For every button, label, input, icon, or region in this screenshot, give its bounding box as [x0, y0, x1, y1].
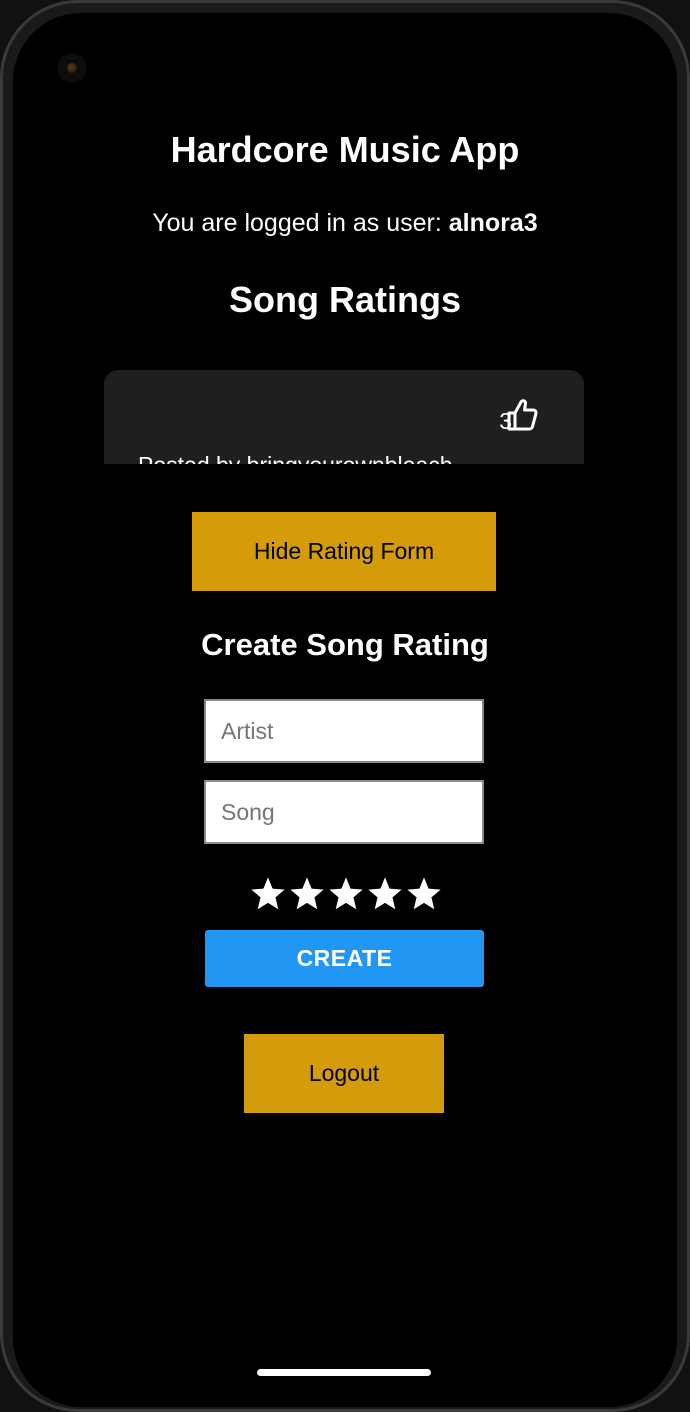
username: alnora3: [448, 209, 538, 237]
star-icon[interactable]: [327, 875, 365, 913]
create-button[interactable]: CREATE: [205, 930, 484, 987]
rating-card: 3 Posted by bringyourownbleach: [104, 370, 584, 464]
posted-by: Posted by bringyourownbleach: [138, 452, 453, 464]
logout-button[interactable]: Logout: [244, 1034, 444, 1113]
artist-input[interactable]: [204, 699, 484, 763]
create-song-rating-title: Create Song Rating: [201, 627, 489, 662]
ratings-list[interactable]: 3 Posted by bringyourownbleach: [104, 370, 584, 464]
star-icon[interactable]: [249, 875, 287, 913]
login-prefix: You are logged in as user:: [152, 209, 449, 237]
thumbs-up-outline-icon[interactable]: [506, 398, 538, 432]
front-camera: [57, 53, 87, 83]
song-input[interactable]: [204, 780, 484, 844]
song-ratings-title: Song Ratings: [229, 279, 461, 320]
app-screen: Hardcore Music App You are logged in as …: [13, 13, 677, 1407]
camera-lens: [67, 63, 77, 73]
star-icon[interactable]: [366, 875, 404, 913]
hide-rating-form-button[interactable]: Hide Rating Form: [192, 512, 496, 591]
home-indicator[interactable]: [257, 1369, 431, 1376]
star-rating: [249, 875, 443, 913]
star-icon[interactable]: [405, 875, 443, 913]
login-status: You are logged in as user: alnora3: [13, 209, 677, 238]
star-icon[interactable]: [288, 875, 326, 913]
app-title: Hardcore Music App: [170, 129, 520, 170]
phone-frame: Hardcore Music App You are logged in as …: [0, 0, 690, 1412]
